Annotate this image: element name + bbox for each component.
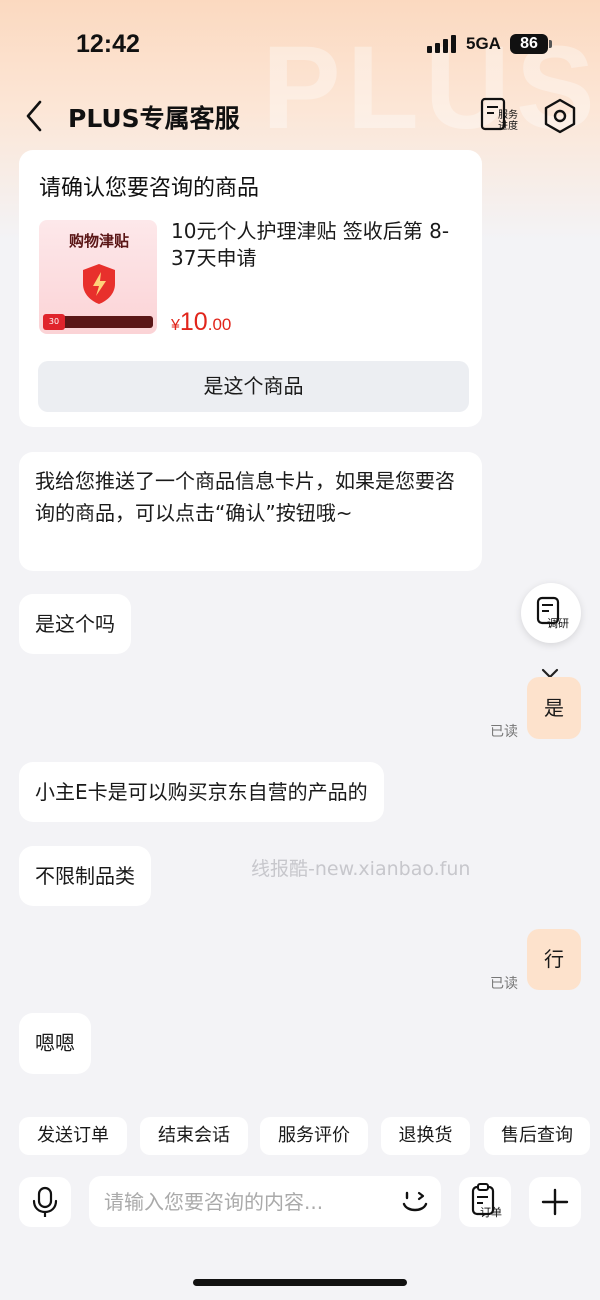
survey-icon [536,596,560,625]
voice-button[interactable] [19,1177,71,1227]
user-message: 是 [527,677,581,739]
quick-reply-after-sales[interactable]: 售后查询 [484,1117,590,1155]
page-title: PLUS专属客服 [68,104,240,133]
plus-icon [541,1188,569,1216]
microphone-icon [32,1186,58,1217]
home-indicator[interactable] [193,1279,407,1286]
card-heading: 请确认您要咨询的商品 [39,176,260,201]
product-confirm-card: 请确认您要咨询的商品 购物津贴 30 10元个人护理津贴 签收后第 8-37天申… [19,150,482,427]
network-type: 5GA [466,34,501,53]
battery-icon: 86 [510,34,548,54]
product-image-badge: 30 [43,314,65,330]
survey-button[interactable]: 调研 [521,583,581,643]
quick-reply-end-session[interactable]: 结束会话 [140,1117,248,1155]
read-status: 已读 [490,976,518,992]
product-image[interactable]: 购物津贴 30 [39,220,157,334]
user-message: 行 [527,929,581,990]
emoji-icon[interactable] [400,1187,430,1217]
product-image-label: 购物津贴 [68,232,129,250]
quick-reply-send-order[interactable]: 发送订单 [19,1117,127,1155]
message-input[interactable] [89,1176,441,1227]
read-status: 已读 [490,724,518,740]
survey-label: 调研 [547,617,569,630]
shield-icon [83,264,115,304]
order-button[interactable]: 订单 [459,1177,511,1227]
agent-message: 嗯嗯 [19,1013,91,1074]
price-currency: ¥ [171,317,180,334]
more-button[interactable] [529,1177,581,1227]
signal-icon [427,35,459,53]
agent-message: 是这个吗 [19,594,131,654]
confirm-product-button[interactable]: 是这个商品 [38,361,469,412]
site-watermark: 线报酷-new.xianbao.fun [251,858,471,880]
quick-reply-return-exchange[interactable]: 退换货 [381,1117,470,1155]
agent-message: 小主E卡是可以购买京东自营的产品的 [19,762,384,822]
agent-message: 我给您推送了一个商品信息卡片，如果是您要咨询的商品，可以点击“确认”按钮哦~ [19,452,482,571]
service-progress-label: 服务进度 [498,110,518,132]
price-decimal: .00 [207,315,232,334]
price-integer: 10 [179,308,208,336]
back-icon[interactable] [22,98,52,134]
agent-message: 不限制品类 [19,846,151,906]
battery-cap [549,40,552,48]
service-progress-button[interactable]: 服务进度 [478,96,522,136]
status-time: 12:42 [76,30,140,58]
settings-icon[interactable] [540,96,580,136]
order-label: 订单 [480,1206,502,1219]
product-price: ¥10.00 [171,308,231,337]
quick-reply-service-rating[interactable]: 服务评价 [260,1117,368,1155]
product-name[interactable]: 10元个人护理津贴 签收后第 8-37天申请 [171,218,461,272]
